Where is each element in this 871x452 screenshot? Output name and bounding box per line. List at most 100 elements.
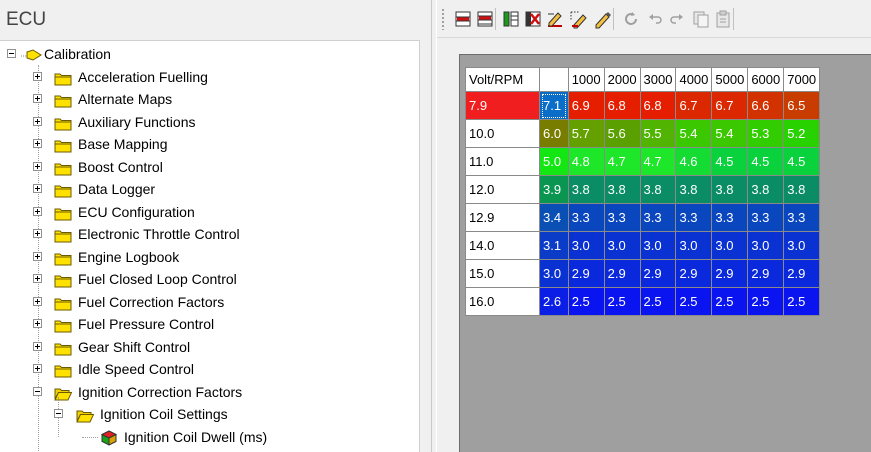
- expand-icon[interactable]: [33, 94, 42, 103]
- map-cell[interactable]: 4.6: [675, 147, 713, 176]
- edit-button[interactable]: [545, 9, 565, 29]
- map-cell[interactable]: 6.5: [783, 91, 821, 120]
- map-cell[interactable]: 5.4: [711, 119, 749, 148]
- map-cell[interactable]: 3.9: [539, 175, 569, 204]
- map-cell[interactable]: 3.1: [539, 231, 569, 260]
- column-header[interactable]: 3000: [639, 67, 677, 92]
- tree-node-idle-speed-control[interactable]: Idle Speed Control: [0, 358, 419, 380]
- map-cell[interactable]: 3.3: [711, 203, 749, 232]
- column-header[interactable]: 4000: [675, 67, 713, 92]
- map-cell[interactable]: 6.7: [711, 91, 749, 120]
- map-cell[interactable]: 3.0: [747, 231, 785, 260]
- map-cell[interactable]: 3.3: [639, 203, 677, 232]
- insert-column-button[interactable]: [475, 9, 495, 29]
- map-cell[interactable]: 3.0: [639, 231, 677, 260]
- map-cell[interactable]: 5.0: [539, 147, 569, 176]
- expand-icon[interactable]: [33, 319, 42, 328]
- map-cell[interactable]: 4.5: [783, 147, 821, 176]
- collapse-icon[interactable]: [7, 49, 16, 58]
- map-cell[interactable]: 3.0: [567, 231, 605, 260]
- expand-icon[interactable]: [33, 364, 42, 373]
- expand-icon[interactable]: [33, 184, 42, 193]
- tree-node-gear-shift-control[interactable]: Gear Shift Control: [0, 336, 419, 358]
- tree-node-ignition-correction-factors[interactable]: Ignition Correction Factors: [0, 381, 419, 403]
- map-cell[interactable]: 3.0: [603, 231, 641, 260]
- redo-button[interactable]: [667, 9, 687, 29]
- map-cell[interactable]: 2.9: [567, 259, 605, 288]
- map-cell[interactable]: 5.2: [783, 119, 821, 148]
- tree-node-acceleration-fuelling[interactable]: Acceleration Fuelling: [0, 66, 419, 88]
- tree-node-base-mapping[interactable]: Base Mapping: [0, 133, 419, 155]
- undo-button[interactable]: [645, 9, 665, 29]
- map-cell[interactable]: 2.5: [603, 287, 641, 316]
- map-cell[interactable]: 2.6: [539, 287, 569, 316]
- row-header[interactable]: 16.0: [465, 287, 540, 316]
- paste-button[interactable]: [713, 9, 733, 29]
- tree-node-data-logger[interactable]: Data Logger: [0, 178, 419, 200]
- row-header[interactable]: 7.9: [465, 91, 540, 120]
- column-header[interactable]: 7000: [783, 67, 821, 92]
- expand-icon[interactable]: [33, 71, 42, 81]
- tree-node-boost-control[interactable]: Boost Control: [0, 156, 419, 178]
- map-cell[interactable]: 2.9: [711, 259, 749, 288]
- map-cell[interactable]: 3.3: [567, 203, 605, 232]
- map-cell[interactable]: 6.8: [603, 91, 641, 120]
- map-cell[interactable]: 3.8: [675, 175, 713, 204]
- map-cell[interactable]: 5.3: [747, 119, 785, 148]
- tree-scrollbar[interactable]: [420, 40, 431, 452]
- row-header[interactable]: 15.0: [465, 259, 540, 288]
- map-cell[interactable]: 5.7: [567, 119, 605, 148]
- row-header[interactable]: 11.0: [465, 147, 540, 176]
- map-cell[interactable]: 3.0: [675, 231, 713, 260]
- expand-icon[interactable]: [33, 296, 42, 306]
- refresh-button[interactable]: [621, 9, 641, 29]
- tree-node-auxiliary-functions[interactable]: Auxiliary Functions: [0, 111, 419, 133]
- map-cell[interactable]: 3.8: [639, 175, 677, 204]
- map-cell[interactable]: 3.8: [783, 175, 821, 204]
- map-cell[interactable]: 2.9: [675, 259, 713, 288]
- map-cell[interactable]: 6.0: [539, 119, 569, 148]
- map-cell[interactable]: 2.5: [711, 287, 749, 316]
- column-header[interactable]: 2000: [603, 67, 641, 92]
- row-header[interactable]: 12.0: [465, 175, 540, 204]
- row-header[interactable]: 10.0: [465, 119, 540, 148]
- map-cell[interactable]: 2.5: [567, 287, 605, 316]
- tree-node-alternate-maps[interactable]: Alternate Maps: [0, 88, 419, 110]
- map-cell[interactable]: 3.4: [539, 203, 569, 232]
- tree-node-fuel-closed-loop-control[interactable]: Fuel Closed Loop Control: [0, 268, 419, 290]
- map-cell[interactable]: 2.9: [747, 259, 785, 288]
- tree-node-fuel-correction-factors[interactable]: Fuel Correction Factors: [0, 291, 419, 313]
- column-header[interactable]: 1000: [567, 67, 605, 92]
- map-cell[interactable]: 3.0: [539, 259, 569, 288]
- map-cell[interactable]: 4.5: [747, 147, 785, 176]
- map-cell[interactable]: 3.8: [603, 175, 641, 204]
- map-cell[interactable]: 3.3: [747, 203, 785, 232]
- map-cell[interactable]: 2.9: [783, 259, 821, 288]
- insert-row-button[interactable]: [453, 9, 473, 29]
- expand-icon[interactable]: [33, 161, 42, 171]
- expand-icon[interactable]: [33, 139, 42, 148]
- map-cell[interactable]: 5.6: [603, 119, 641, 148]
- expand-icon[interactable]: [33, 251, 42, 261]
- collapse-icon[interactable]: [33, 386, 42, 396]
- map-cell[interactable]: 4.7: [639, 147, 677, 176]
- map-cell[interactable]: 7.1: [539, 91, 569, 120]
- map-cell[interactable]: 4.7: [603, 147, 641, 176]
- row-header[interactable]: 12.9: [465, 203, 540, 232]
- copy-button[interactable]: [691, 9, 711, 29]
- expand-icon[interactable]: [33, 274, 42, 283]
- map-cell[interactable]: 3.8: [747, 175, 785, 204]
- tree-node-engine-logbook[interactable]: Engine Logbook: [0, 246, 419, 268]
- collapse-icon[interactable]: [54, 409, 63, 418]
- map-cell[interactable]: 6.9: [567, 91, 605, 120]
- map-cell[interactable]: 3.8: [567, 175, 605, 204]
- expand-icon[interactable]: [33, 116, 42, 126]
- map-cell[interactable]: 3.3: [675, 203, 713, 232]
- tree-node-ignition-coil-settings[interactable]: Ignition Coil Settings: [0, 403, 419, 425]
- map-cell[interactable]: 2.9: [639, 259, 677, 288]
- map-cell[interactable]: 2.5: [783, 287, 821, 316]
- map-cell[interactable]: 3.0: [783, 231, 821, 260]
- map-cell[interactable]: 2.9: [603, 259, 641, 288]
- select-columns-button[interactable]: [501, 9, 521, 29]
- map-cell[interactable]: 3.3: [783, 203, 821, 232]
